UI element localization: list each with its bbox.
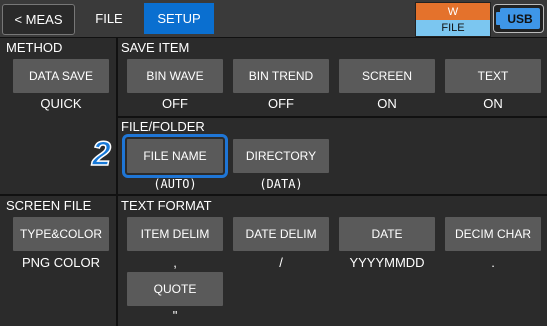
decim-char-value: . [491, 255, 495, 270]
item-delim-value: , [173, 255, 177, 270]
item-delim-button[interactable]: ITEM DELIM [127, 217, 223, 251]
top-bar: < MEAS FILE SETUP W FILE USB [0, 0, 547, 37]
save-item-title: SAVE ITEM [121, 40, 190, 55]
bin-wave-value: OFF [162, 96, 188, 111]
tab-meas[interactable]: < MEAS [2, 4, 75, 35]
tab-setup[interactable]: SETUP [144, 3, 214, 34]
decim-char-button[interactable]: DECIM CHAR [445, 217, 541, 251]
w-label: W [416, 3, 490, 20]
file-name-button[interactable]: FILE NAME [122, 134, 228, 178]
directory-value: (DATA) [259, 177, 303, 191]
file-name-label: FILE NAME [143, 149, 207, 163]
text-button[interactable]: TEXT [445, 59, 541, 93]
file-folder-title: FILE/FOLDER [121, 119, 205, 134]
screen-button[interactable]: SCREEN [339, 59, 435, 93]
date-delim-button[interactable]: DATE DELIM [233, 217, 329, 251]
quote-value: " [172, 308, 178, 323]
quote-button[interactable]: QUOTE [127, 272, 223, 306]
data-save-button[interactable]: DATA SAVE [13, 59, 109, 93]
screen-value: ON [377, 96, 397, 111]
instrument-screen: < MEAS FILE SETUP W FILE USB METHOD DATA… [0, 0, 547, 326]
type-color-button[interactable]: TYPE&COLOR [13, 217, 109, 251]
bin-trend-value: OFF [268, 96, 294, 111]
method-value: QUICK [40, 96, 82, 111]
date-delim-value: / [279, 255, 283, 270]
text-format-title: TEXT FORMAT [121, 198, 212, 213]
usb-label: USB [500, 8, 540, 29]
tab-file[interactable]: FILE [77, 3, 141, 34]
date-button[interactable]: DATE [339, 217, 435, 251]
method-title: METHOD [6, 40, 63, 55]
w-file-indicator: W FILE [415, 2, 491, 37]
file-label: FILE [416, 20, 490, 36]
date-value: YYYYMMDD [349, 255, 425, 270]
step-2-badge: 2 [91, 135, 111, 173]
screen-file-value: PNG COLOR [21, 255, 100, 270]
screen-file-title: SCREEN FILE [6, 198, 92, 213]
usb-indicator: USB [493, 4, 544, 33]
bin-trend-button[interactable]: BIN TREND [233, 59, 329, 93]
text-value: ON [483, 96, 503, 111]
directory-button[interactable]: DIRECTORY [233, 139, 329, 173]
bin-wave-button[interactable]: BIN WAVE [127, 59, 223, 93]
file-name-value: (AUTO) [153, 177, 197, 191]
